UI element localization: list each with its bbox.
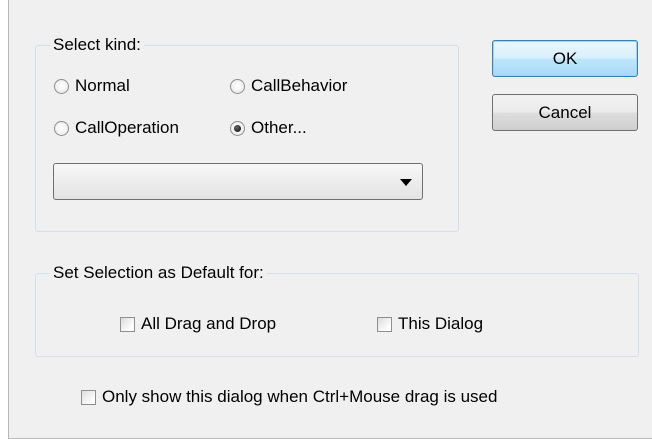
radio-other-label: Other... (251, 118, 307, 137)
default-selection-legend: Set Selection as Default for: (50, 263, 267, 283)
checkbox-ctrl-mouse-drag[interactable]: Only show this dialog when Ctrl+Mouse dr… (81, 387, 497, 407)
checkbox-all-drag-drop-label: All Drag and Drop (141, 314, 277, 333)
select-kind-group: Select kind: (35, 35, 459, 232)
checkbox-ctrl-mouse-drag-box[interactable] (81, 389, 96, 405)
radio-other[interactable]: Other... (230, 118, 307, 138)
radio-callbehavior-indicator[interactable] (230, 78, 245, 94)
checkbox-ctrl-mouse-drag-label: Only show this dialog when Ctrl+Mouse dr… (102, 387, 498, 406)
checkbox-this-dialog-box[interactable] (377, 316, 392, 332)
radio-other-indicator[interactable] (230, 120, 245, 136)
radio-callbehavior-label: CallBehavior (251, 76, 348, 95)
ok-button[interactable]: OK (492, 40, 638, 77)
radio-normal[interactable]: Normal (54, 76, 130, 96)
radio-callbehavior[interactable]: CallBehavior (230, 76, 347, 96)
checkbox-all-drag-drop[interactable]: All Drag and Drop (120, 314, 276, 334)
checkbox-this-dialog[interactable]: This Dialog (377, 314, 483, 334)
checkbox-all-drag-drop-box[interactable] (120, 316, 135, 332)
radio-calloperation-indicator[interactable] (54, 120, 69, 136)
radio-calloperation[interactable]: CallOperation (54, 118, 179, 138)
chevron-down-icon[interactable] (400, 179, 412, 186)
radio-calloperation-label: CallOperation (75, 118, 179, 137)
radio-normal-indicator[interactable] (54, 78, 69, 94)
cancel-button[interactable]: Cancel (492, 94, 638, 131)
checkbox-this-dialog-label: This Dialog (398, 314, 484, 333)
radio-normal-label: Normal (75, 76, 130, 95)
dialog: Select kind: Normal CallBehavior CallOpe… (8, 0, 652, 439)
select-kind-legend: Select kind: (50, 35, 144, 55)
kind-dropdown[interactable] (53, 163, 423, 200)
